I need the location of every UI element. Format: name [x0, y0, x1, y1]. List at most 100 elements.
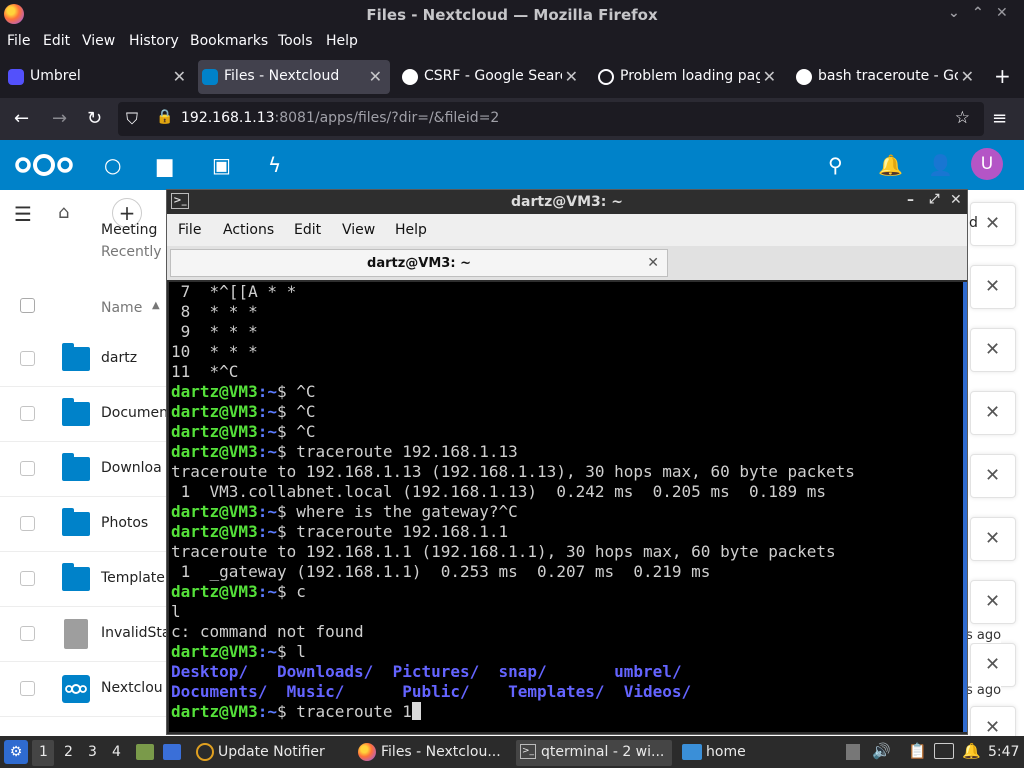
navigation-toggle-icon[interactable]: ☰	[14, 202, 32, 226]
url-bar[interactable]: ⛉ 🔒 192.168.1.13:8081/apps/files/?dir=/&…	[118, 102, 984, 136]
hamburger-menu-icon[interactable]: ≡	[992, 108, 1007, 129]
new-tab-button[interactable]: +	[994, 64, 1011, 88]
dismiss-icon[interactable]: ✕	[985, 465, 1000, 486]
minimize-icon[interactable]: –	[907, 192, 914, 208]
notification-card[interactable]: ✕	[970, 517, 1016, 561]
tracking-shield-icon[interactable]: ⛉	[126, 109, 138, 129]
dismiss-icon[interactable]: ✕	[985, 591, 1000, 612]
close-tab-icon[interactable]: ✕	[647, 255, 659, 271]
close-tab-icon[interactable]: ✕	[173, 67, 186, 86]
select-all-checkbox[interactable]	[20, 298, 35, 313]
terminal-tab[interactable]: dartz@VM3: ~ ✕	[170, 249, 668, 277]
dismiss-icon[interactable]: ✕	[985, 528, 1000, 549]
menu-tools[interactable]: Tools	[278, 33, 313, 49]
notification-card[interactable]: ✕	[970, 328, 1016, 372]
lock-icon[interactable]: 🔒	[156, 109, 173, 125]
file-name[interactable]: Photos	[101, 515, 148, 531]
home-icon[interactable]: ⌂	[58, 202, 69, 223]
name-column-header[interactable]: Name	[101, 300, 142, 316]
bookmark-star-icon[interactable]: ☆	[955, 108, 970, 128]
user-avatar[interactable]: U	[971, 148, 1003, 180]
file-name[interactable]: Template	[101, 570, 165, 586]
file-name[interactable]: dartz	[101, 350, 137, 366]
notifications-icon[interactable]: 🔔	[878, 153, 903, 177]
file-name[interactable]: Documen	[101, 405, 168, 421]
file-row[interactable]: Documen	[0, 387, 168, 442]
menu-actions[interactable]: Actions	[223, 222, 274, 238]
current-command-input[interactable]: traceroute 1	[296, 702, 412, 721]
close-window-icon[interactable]: ✕	[950, 192, 962, 208]
forward-icon[interactable]: →	[52, 108, 67, 129]
row-checkbox[interactable]	[20, 406, 35, 421]
volume-icon[interactable]: 🔊	[872, 742, 891, 760]
tab-nextcloud[interactable]: Files - Nextcloud ✕	[198, 60, 390, 94]
maximize-icon[interactable]: ⌃	[972, 5, 984, 21]
row-checkbox[interactable]	[20, 351, 35, 366]
photos-icon[interactable]: ▣	[212, 153, 231, 177]
files-manager-icon[interactable]	[136, 744, 154, 760]
files-icon[interactable]: ▆	[157, 153, 172, 177]
recent-file-title[interactable]: Meeting	[101, 222, 157, 238]
task-firefox[interactable]: Files - Nextclou...	[356, 740, 512, 766]
notification-card[interactable]: ✕	[970, 454, 1016, 498]
terminal-scrollbar[interactable]	[963, 282, 967, 732]
back-icon[interactable]: ←	[14, 108, 29, 129]
file-row[interactable]: dartz	[0, 332, 168, 387]
tray-app-icon[interactable]	[846, 744, 860, 760]
file-row[interactable]: Template	[0, 552, 168, 607]
search-icon[interactable]: ⚲	[828, 153, 843, 177]
workspace-2[interactable]: 2	[64, 744, 73, 760]
reload-icon[interactable]: ↻	[87, 108, 102, 129]
file-row[interactable]: InvalidSta	[0, 607, 171, 662]
file-name[interactable]: InvalidSta	[101, 625, 171, 641]
file-row[interactable]: Downloa	[0, 442, 168, 497]
dismiss-icon[interactable]: ✕	[985, 276, 1000, 297]
notification-card[interactable]: ✕	[970, 391, 1016, 435]
clipboard-icon[interactable]: 📋	[908, 742, 927, 760]
file-row[interactable]: Photos	[0, 497, 168, 552]
close-tab-icon[interactable]: ✕	[565, 67, 578, 86]
show-desktop-icon[interactable]	[163, 744, 181, 760]
menu-help[interactable]: Help	[395, 222, 427, 238]
tab-umbrel[interactable]: Umbrel ✕	[4, 60, 194, 94]
task-update-notifier[interactable]: Update Notifier	[192, 740, 352, 766]
maximize-icon[interactable]: ⤢	[929, 192, 939, 207]
menu-view[interactable]: View	[342, 222, 375, 238]
menu-view[interactable]: View	[82, 33, 115, 49]
notification-card[interactable]: ✕	[970, 265, 1016, 309]
row-checkbox[interactable]	[20, 461, 35, 476]
menu-file[interactable]: File	[7, 33, 30, 49]
workspace-1[interactable]: 1	[32, 740, 54, 766]
notification-card[interactable]: d ✕	[969, 202, 1016, 246]
close-tab-icon[interactable]: ✕	[763, 67, 776, 86]
tab-csrf[interactable]: CSRF - Google Searc ✕	[398, 60, 586, 94]
dashboard-icon[interactable]: ○	[104, 153, 121, 177]
workspace-3[interactable]: 3	[88, 744, 97, 760]
notification-card[interactable]: ✕	[970, 580, 1016, 624]
task-home[interactable]: home	[678, 740, 788, 766]
menu-help[interactable]: Help	[326, 33, 358, 49]
file-name[interactable]: Downloa	[101, 460, 162, 476]
contacts-icon[interactable]: 👤	[928, 153, 953, 177]
file-row[interactable]: Nextclou	[0, 662, 168, 717]
dismiss-icon[interactable]: ✕	[985, 717, 1000, 738]
row-checkbox[interactable]	[20, 516, 35, 531]
close-window-icon[interactable]: ✕	[996, 5, 1008, 21]
row-checkbox[interactable]	[20, 571, 35, 586]
notifications-tray-icon[interactable]: 🔔	[962, 742, 981, 760]
terminal-output[interactable]: 7 *^[[A * * 8 * * * 9 * * * 10 * * * 11 …	[169, 282, 965, 732]
dismiss-icon[interactable]: ✕	[985, 339, 1000, 360]
start-menu-icon[interactable]: ⚙	[4, 740, 28, 764]
menu-edit[interactable]: Edit	[294, 222, 321, 238]
menu-edit[interactable]: Edit	[43, 33, 70, 49]
menu-file[interactable]: File	[178, 222, 201, 238]
notification-card[interactable]: ✕	[970, 643, 1016, 687]
close-tab-icon[interactable]: ✕	[961, 67, 974, 86]
clock[interactable]: 5:47	[988, 744, 1019, 760]
dismiss-icon[interactable]: ✕	[985, 654, 1000, 675]
row-checkbox[interactable]	[20, 626, 35, 641]
workspace-4[interactable]: 4	[112, 744, 121, 760]
dismiss-icon[interactable]: ✕	[985, 402, 1000, 423]
menu-history[interactable]: History	[129, 33, 179, 49]
row-checkbox[interactable]	[20, 681, 35, 696]
